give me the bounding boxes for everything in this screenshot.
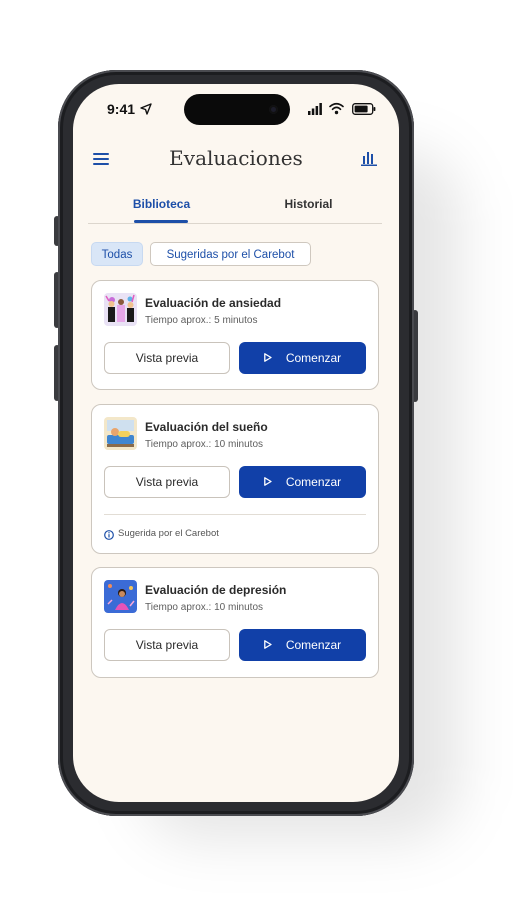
start-button[interactable]: Comenzar (239, 629, 366, 661)
camera-icon (269, 105, 278, 114)
location-arrow-icon (140, 103, 152, 115)
signal-icon (308, 103, 322, 115)
card-title: Evaluación de ansiedad (145, 296, 282, 310)
status-bar: 9:41 (73, 84, 399, 134)
bar-chart-icon[interactable] (361, 150, 377, 166)
stage: 9:41 Evaluaciones Biblioteca Historial T… (0, 0, 515, 915)
preview-button[interactable]: Vista previa (104, 466, 230, 498)
suggested-note: Sugerida por el Carebot (118, 528, 219, 539)
filter-chip-sugeridas[interactable]: Sugeridas por el Carebot (150, 242, 311, 266)
wifi-icon (329, 102, 344, 115)
tab-biblioteca[interactable]: Biblioteca (88, 192, 235, 222)
start-button-label: Comenzar (285, 475, 342, 489)
sleep-illustration-icon (104, 417, 137, 450)
assessment-card-sueno: Evaluación del sueño Tiempo aprox.: 10 m… (91, 404, 379, 554)
play-icon (263, 477, 272, 487)
status-time: 9:41 (107, 101, 136, 117)
card-duration: Tiempo aprox.: 5 minutos (145, 315, 258, 326)
preview-button[interactable]: Vista previa (104, 629, 230, 661)
start-button-label: Comenzar (285, 638, 342, 652)
preview-button[interactable]: Vista previa (104, 342, 230, 374)
tab-historial[interactable]: Historial (235, 192, 382, 222)
play-icon (263, 353, 272, 363)
info-icon (104, 530, 114, 540)
assessment-card-depresion: Evaluación de depresión Tiempo aprox.: 1… (91, 567, 379, 678)
dynamic-island (184, 94, 290, 125)
start-button[interactable]: Comenzar (239, 466, 366, 498)
assessment-card-ansiedad: Evaluación de ansiedad Tiempo aprox.: 5 … (91, 280, 379, 390)
start-button-label: Comenzar (285, 351, 342, 365)
play-icon (263, 640, 272, 650)
page-title: Evaluaciones (169, 146, 303, 170)
card-title: Evaluación de depresión (145, 583, 287, 597)
phone-screen: 9:41 Evaluaciones Biblioteca Historial T… (73, 84, 399, 802)
card-duration: Tiempo aprox.: 10 minutos (145, 439, 264, 450)
start-button[interactable]: Comenzar (239, 342, 366, 374)
battery-icon (352, 103, 376, 115)
depression-illustration-icon (104, 580, 137, 613)
card-divider (104, 514, 366, 515)
card-duration: Tiempo aprox.: 10 minutos (145, 602, 264, 613)
tab-divider (88, 223, 382, 224)
filter-chip-todas[interactable]: Todas (91, 242, 143, 266)
anxiety-illustration-icon (104, 293, 137, 326)
card-title: Evaluación del sueño (145, 420, 268, 434)
tab-bar: Biblioteca Historial (88, 192, 382, 224)
